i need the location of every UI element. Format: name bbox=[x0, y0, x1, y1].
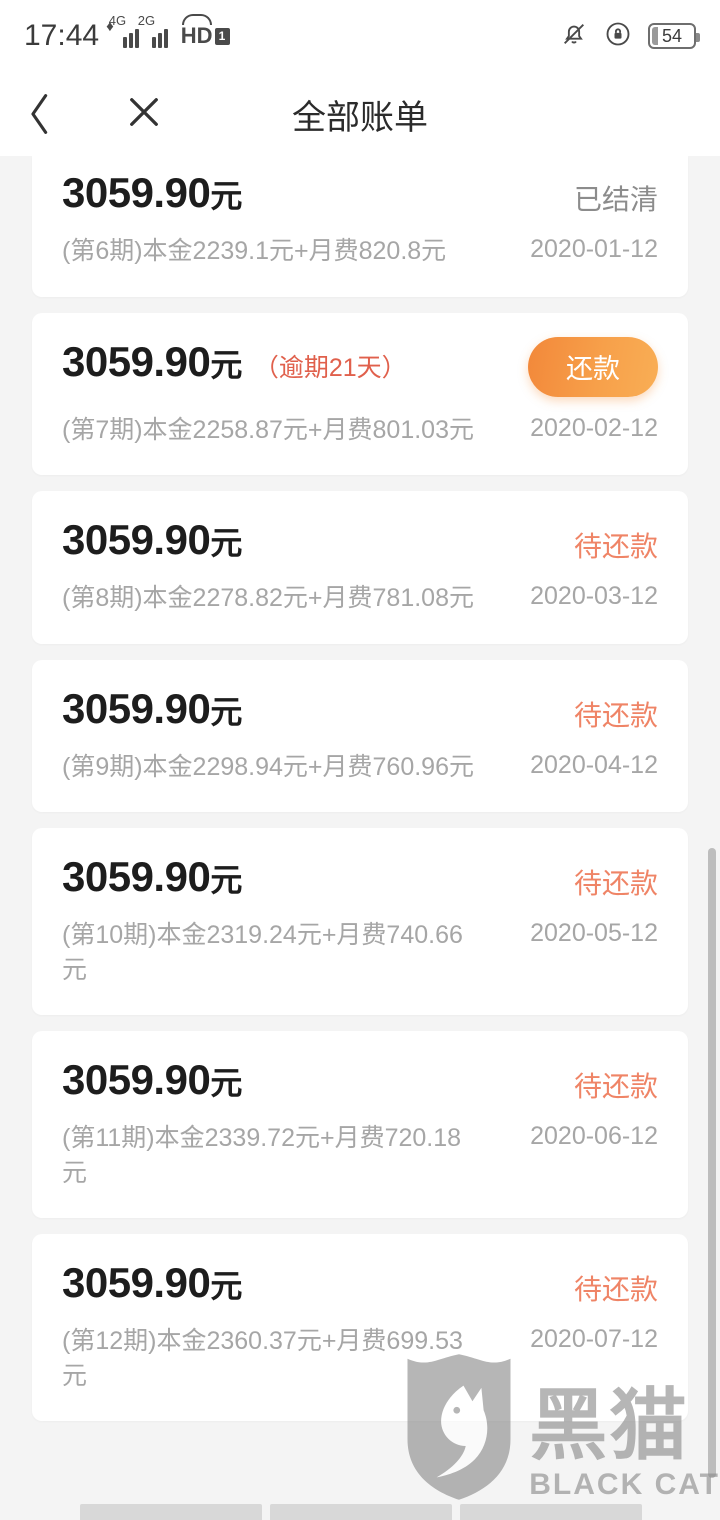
bill-card[interactable]: 3059.90元 已结清 (第6期)本金2239.1元+月费820.8元 2020-0… bbox=[32, 156, 688, 297]
bill-card[interactable]: 3059.90元 待还款 (第10期)本金2319.24元+月费740.66元 202… bbox=[32, 828, 688, 1015]
network-type-1-label: 4G bbox=[108, 13, 127, 28]
battery-icon: 54 bbox=[648, 23, 700, 49]
bill-card[interactable]: 3059.90元 待还款 (第11期)本金2339.72元+月费720.18元 202… bbox=[32, 1031, 688, 1218]
bill-amount-unit: 元 bbox=[210, 178, 242, 214]
vertical-scrollbar[interactable] bbox=[708, 848, 716, 1478]
bill-due-date: 2020-03-12 bbox=[530, 582, 658, 610]
bill-amount-unit: 元 bbox=[210, 346, 242, 383]
bill-description: (第6期)本金2239.1元+月费820.8元 bbox=[62, 237, 447, 265]
bill-amount: 3059.90元 bbox=[62, 337, 242, 385]
bill-card[interactable]: 3059.90元 待还款 (第8期)本金2278.82元+月费781.08元 2020… bbox=[32, 491, 688, 644]
bill-amount: 3059.90元 bbox=[62, 853, 242, 900]
bill-status-badge: 待还款 bbox=[573, 868, 658, 899]
rotation-lock-icon bbox=[604, 20, 632, 53]
bill-amount-unit: 元 bbox=[210, 525, 242, 561]
bill-card-sub-row: (第11期)本金2339.72元+月费720.18元 2020-06-12 bbox=[62, 1121, 658, 1190]
bill-amount: 3059.90元 bbox=[62, 1056, 242, 1103]
battery-level-label: 54 bbox=[661, 25, 683, 46]
bill-amount-group: 3059.90元 bbox=[62, 1259, 574, 1306]
bell-muted-icon bbox=[560, 20, 588, 53]
bill-due-date: 2020-04-12 bbox=[530, 750, 658, 779]
page-header: 全部账单 bbox=[0, 72, 720, 156]
close-button[interactable] bbox=[104, 72, 184, 156]
bill-status-badge: 待还款 bbox=[573, 1274, 658, 1305]
bill-list[interactable]: 3059.90元 已结清 (第6期)本金2239.1元+月费820.8元 2020-0… bbox=[0, 156, 720, 1520]
bill-description: (第11期)本金2339.72元+月费720.18元 bbox=[62, 1124, 462, 1187]
bill-status-badge: 待还款 bbox=[573, 531, 658, 562]
repay-button[interactable]: 还款 bbox=[528, 336, 658, 397]
bill-amount: 3059.90元 bbox=[62, 1259, 242, 1306]
bill-card-sub-row: (第8期)本金2278.82元+月费781.08元 2020-03-12 bbox=[62, 581, 658, 616]
bill-status-badge: 待还款 bbox=[573, 1071, 658, 1102]
bottom-bar-segment[interactable] bbox=[460, 1504, 642, 1520]
bill-description: (第8期)本金2278.82元+月费781.08元 bbox=[62, 584, 474, 612]
bill-card[interactable]: 3059.90元 （逾期21天） 还款 (第7期)本金2258.87元+月费801.0… bbox=[32, 312, 688, 475]
bill-due-date: 2020-06-12 bbox=[530, 1122, 658, 1150]
bill-card-top-row: 3059.90元 （逾期21天） 还款 bbox=[62, 336, 658, 397]
bill-card-sub-row: (第12期)本金2360.37元+月费699.53元 2020-07-12 bbox=[62, 1324, 658, 1393]
bill-amount-unit: 元 bbox=[210, 1268, 242, 1304]
status-bar: 17:44 ♦ 4G 2G HD 1 54 bbox=[0, 0, 720, 72]
bill-amount-unit: 元 bbox=[210, 1065, 242, 1101]
bill-description: (第12期)本金2360.37元+月费699.53元 bbox=[62, 1327, 463, 1390]
bill-card-top-row: 3059.90元 待还款 bbox=[62, 1056, 658, 1105]
bill-card-sub-row: (第10期)本金2319.24元+月费740.66元 2020-05-12 bbox=[62, 918, 658, 987]
bill-due-date: 2020-01-12 bbox=[530, 235, 658, 263]
network-type-2-label: 2G bbox=[137, 13, 156, 28]
bottom-bar-segment[interactable] bbox=[270, 1504, 452, 1520]
bill-card[interactable]: 3059.90元 待还款 (第9期)本金2298.94元+月费760.96元 2020… bbox=[32, 659, 688, 812]
bill-card-top-row: 3059.90元 待还款 bbox=[62, 684, 658, 734]
bill-amount: 3059.90元 bbox=[62, 684, 242, 732]
bill-amount-unit: 元 bbox=[210, 862, 242, 898]
bill-description: (第9期)本金2298.94元+月费760.96元 bbox=[62, 752, 474, 781]
bill-amount: 3059.90元 bbox=[62, 516, 242, 563]
bill-description: (第10期)本金2319.24元+月费740.66元 bbox=[62, 921, 463, 984]
bottom-navigation-bar[interactable] bbox=[0, 1498, 720, 1520]
bill-due-date: 2020-02-12 bbox=[530, 413, 658, 442]
bill-due-date: 2020-05-12 bbox=[530, 919, 658, 947]
bill-status-badge: 已结清 bbox=[573, 184, 658, 215]
bill-amount-group: 3059.90元 （逾期21天） bbox=[62, 337, 528, 385]
bill-description: (第7期)本金2258.87元+月费801.03元 bbox=[62, 415, 474, 444]
signal-2-icon: 2G bbox=[138, 14, 174, 48]
bill-amount-group: 3059.90元 bbox=[62, 516, 574, 563]
phone-screen: 17:44 ♦ 4G 2G HD 1 54 全部账单 3059.90元 已结清 … bbox=[0, 0, 720, 1520]
chevron-left-icon bbox=[23, 90, 57, 138]
bill-status-badge: 待还款 bbox=[573, 699, 658, 731]
overdue-badge: （逾期21天） bbox=[253, 353, 407, 382]
volte-sim-badge: 1 bbox=[214, 27, 230, 45]
bill-amount-group: 3059.90元 bbox=[62, 853, 574, 900]
bill-card-sub-row: (第6期)本金2239.1元+月费820.8元 2020-01-12 bbox=[62, 234, 658, 269]
bill-amount: 3059.90元 bbox=[62, 169, 242, 216]
bill-amount-group: 3059.90元 bbox=[62, 684, 574, 732]
bill-card-top-row: 3059.90元 已结清 bbox=[62, 169, 658, 218]
bill-amount-group: 3059.90元 bbox=[62, 1056, 574, 1103]
volte-hd-icon: HD 1 bbox=[180, 14, 230, 49]
volte-hd-label: HD bbox=[180, 23, 213, 48]
status-bar-left: 17:44 ♦ 4G 2G HD 1 bbox=[24, 14, 230, 53]
bill-due-date: 2020-07-12 bbox=[530, 1325, 658, 1353]
bill-amount-group: 3059.90元 bbox=[62, 169, 574, 216]
bill-card-top-row: 3059.90元 待还款 bbox=[62, 516, 658, 565]
bill-card-top-row: 3059.90元 待还款 bbox=[62, 1259, 658, 1308]
bill-card-top-row: 3059.90元 待还款 bbox=[62, 853, 658, 902]
bill-card[interactable]: 3059.90元 待还款 (第12期)本金2360.37元+月费699.53元 202… bbox=[32, 1234, 688, 1421]
back-button[interactable] bbox=[0, 72, 80, 156]
bill-card-sub-row: (第7期)本金2258.87元+月费801.03元 2020-02-12 bbox=[62, 413, 658, 448]
close-icon bbox=[123, 91, 165, 138]
bill-card-sub-row: (第9期)本金2298.94元+月费760.96元 2020-04-12 bbox=[62, 750, 658, 785]
status-bar-right: 54 bbox=[560, 20, 700, 53]
bill-amount-unit: 元 bbox=[210, 693, 242, 730]
status-time: 17:44 bbox=[24, 19, 100, 52]
bottom-bar-segment[interactable] bbox=[80, 1504, 262, 1520]
